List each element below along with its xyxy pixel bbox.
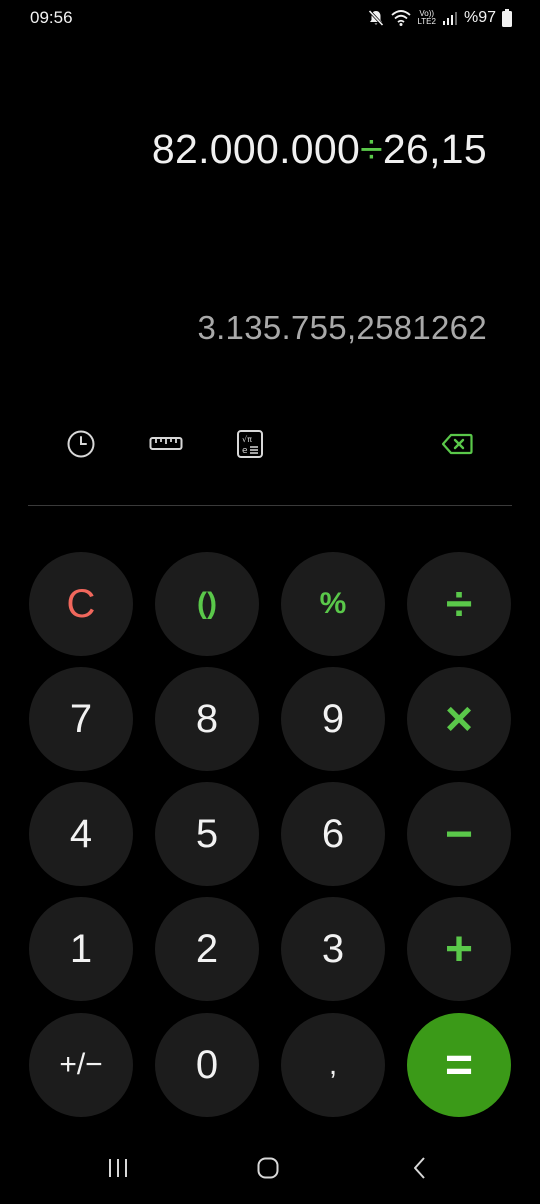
unit-converter-button[interactable] <box>149 429 183 463</box>
scientific-calculator-icon: √π e <box>235 429 265 464</box>
lte-label: LTE2 <box>417 17 436 26</box>
digit-3-button[interactable]: 3 <box>281 897 385 1001</box>
divider <box>28 505 512 506</box>
back-button[interactable] <box>400 1152 440 1188</box>
expression-display[interactable]: 82.000.000÷26,15 <box>152 126 487 173</box>
digit-0-button[interactable]: 0 <box>155 1013 259 1117</box>
signal-icon <box>442 10 458 26</box>
ruler-icon <box>149 434 183 459</box>
negate-button[interactable]: +/− <box>29 1013 133 1117</box>
add-button[interactable]: + <box>407 897 511 1001</box>
digit-4-button[interactable]: 4 <box>29 782 133 886</box>
backspace-button[interactable] <box>440 429 474 463</box>
battery-icon <box>502 9 512 27</box>
digit-8-button[interactable]: 8 <box>155 667 259 771</box>
divide-button[interactable]: ÷ <box>407 552 511 656</box>
digit-7-button[interactable]: 7 <box>29 667 133 771</box>
battery-percent: %97 <box>463 9 496 26</box>
status-icons: Vo)) LTE2 %97 <box>367 7 512 29</box>
digit-2-button[interactable]: 2 <box>155 897 259 1001</box>
lte-indicator: Vo)) LTE2 <box>417 10 436 26</box>
clock-icon <box>66 429 96 464</box>
subtract-button[interactable]: − <box>407 782 511 886</box>
parentheses-button[interactable]: () <box>155 552 259 656</box>
status-time: 09:56 <box>30 8 73 27</box>
scientific-mode-button[interactable]: √π e <box>233 429 267 463</box>
svg-text:e: e <box>242 446 248 456</box>
result-preview: 3.135.755,2581262 <box>197 309 487 346</box>
percent-button[interactable]: % <box>281 552 385 656</box>
digit-5-button[interactable]: 5 <box>155 782 259 886</box>
back-icon <box>410 1156 430 1185</box>
recents-icon <box>106 1157 130 1184</box>
digit-1-button[interactable]: 1 <box>29 897 133 1001</box>
clear-button[interactable]: C <box>29 552 133 656</box>
recents-button[interactable] <box>98 1152 138 1188</box>
equals-button[interactable]: = <box>407 1013 511 1117</box>
svg-text:√π: √π <box>242 435 252 444</box>
wifi-icon <box>391 9 412 27</box>
status-bar: 09:56 Vo)) LTE2 %97 <box>0 0 540 36</box>
digit-9-button[interactable]: 9 <box>281 667 385 771</box>
mute-icon <box>367 9 385 27</box>
expression-operand-1: 82.000.000 <box>151 126 361 172</box>
home-icon <box>256 1156 280 1185</box>
history-button[interactable] <box>64 429 98 463</box>
decimal-button[interactable]: , <box>281 1013 385 1117</box>
home-button[interactable] <box>248 1152 288 1188</box>
expression-operator: ÷ <box>360 126 383 172</box>
backspace-icon <box>441 432 473 461</box>
digit-6-button[interactable]: 6 <box>281 782 385 886</box>
multiply-button[interactable]: × <box>407 667 511 771</box>
expression-operand-2: 26,15 <box>382 126 487 172</box>
